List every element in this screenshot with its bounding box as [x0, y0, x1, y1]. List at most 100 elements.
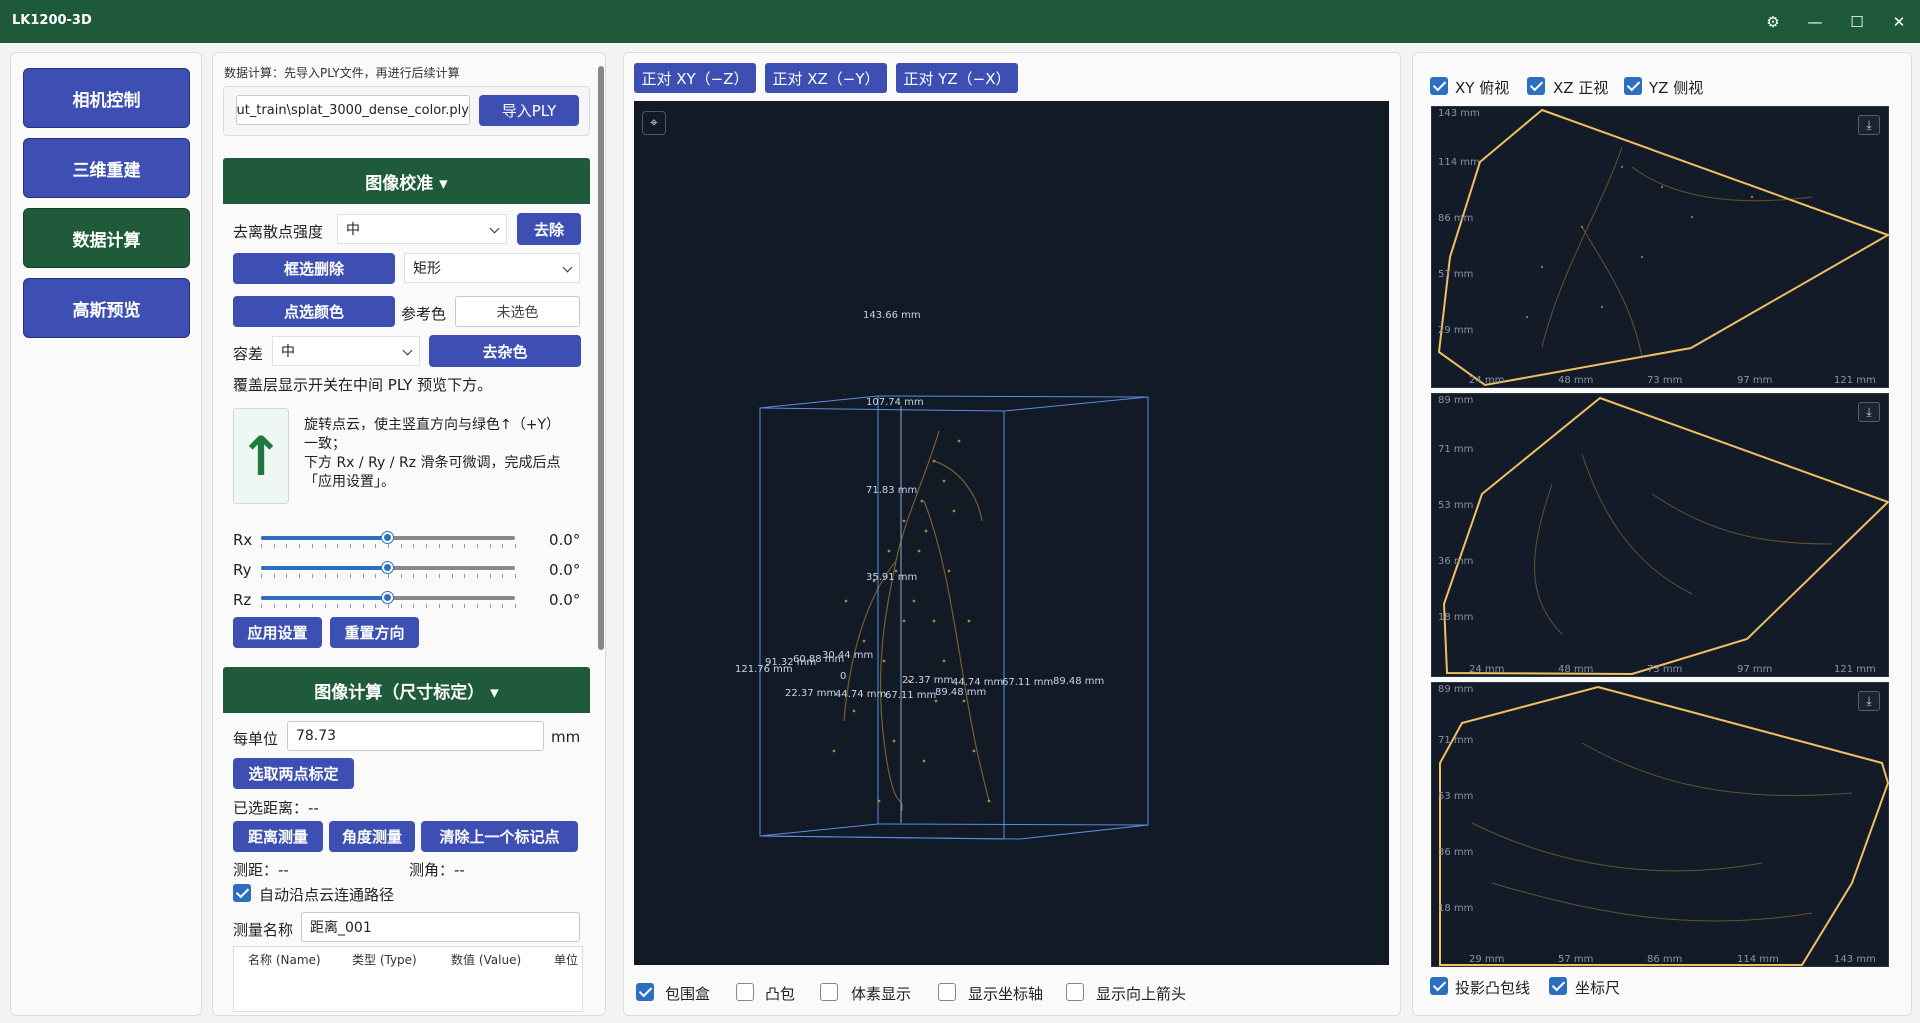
xy-projection-view[interactable]: ⤓ 114 mm 86 mm 57 mm 29 mm 143 mm 24 mm … — [1431, 106, 1890, 388]
ref-color-swatch[interactable]: 未选色 — [455, 296, 580, 327]
import-ply-button[interactable]: 导入PLY — [479, 95, 579, 126]
slider-tick — [426, 544, 428, 548]
pick-two-points-button[interactable]: 选取两点标定 — [233, 758, 354, 789]
ry-label: Ry — [233, 561, 252, 579]
download-icon[interactable]: ⤓ — [1858, 402, 1880, 422]
tolerance-select[interactable]: 中 — [272, 336, 420, 366]
axes-checkbox[interactable] — [938, 983, 956, 1001]
shape-select[interactable]: 矩形 — [404, 253, 580, 283]
ry-slider[interactable] — [261, 562, 516, 578]
minimize-button[interactable]: — — [1794, 0, 1836, 43]
title-bar: LK1200-3D ⚙ — ☐ ✕ — [0, 0, 1920, 43]
view-xy-button[interactable]: 正对 XY（−Z） — [634, 63, 756, 93]
slider-tick — [438, 604, 440, 608]
slider-tick — [426, 604, 428, 608]
xy-x-tick-24: 24 mm — [1469, 375, 1505, 386]
slider-tick — [261, 604, 262, 608]
bounding-box-checkbox[interactable] — [636, 983, 654, 1001]
tools-scrollbar[interactable] — [598, 66, 604, 650]
slider-tick — [261, 544, 262, 548]
slider-tick — [476, 544, 478, 548]
slider-tick — [476, 604, 478, 608]
xy-x-tick-121: 121 mm — [1834, 375, 1876, 386]
rotate-help-2: 一致； — [304, 436, 346, 452]
slider-tick — [337, 604, 339, 608]
per-unit-input[interactable]: 78.73 — [287, 721, 544, 751]
nav-gaussian-preview[interactable]: 高斯预览 — [23, 278, 190, 338]
rx-slider[interactable] — [261, 532, 516, 548]
download-icon[interactable]: ⤓ — [1858, 691, 1880, 711]
table-header-value[interactable]: 数值 (Value) — [451, 951, 521, 968]
slider-tick — [489, 574, 491, 578]
slider-tick — [324, 574, 326, 578]
remove-button[interactable]: 去除 — [517, 213, 581, 245]
scale-ruler-checkbox[interactable] — [1549, 977, 1567, 995]
dim-y3: 35.91 mm — [866, 572, 918, 583]
table-header-unit[interactable]: 单位 — [554, 951, 578, 968]
up-arrow-icon: ↑ — [233, 408, 289, 504]
xy-top-checkbox[interactable] — [1430, 77, 1448, 95]
section-size-calibration[interactable]: 图像计算（尺寸标定） ▾ — [223, 667, 590, 713]
denoise-select[interactable]: 中 — [337, 214, 507, 244]
xy-x-tick-97: 97 mm — [1737, 375, 1773, 386]
slider-tick — [299, 604, 301, 608]
slider-tick — [286, 574, 288, 578]
slider-tick — [400, 544, 402, 548]
view-xz-button[interactable]: 正对 XZ（−Y） — [765, 63, 887, 93]
nav-data-calculation[interactable]: 数据计算 — [23, 208, 190, 268]
xy-y-tick-114: 114 mm — [1438, 157, 1480, 168]
auto-path-checkbox[interactable] — [233, 884, 251, 902]
projection-hull-checkbox[interactable] — [1430, 977, 1448, 995]
scale-ruler-label: 坐标尺 — [1575, 979, 1621, 997]
box-delete-button[interactable]: 框选删除 — [233, 253, 395, 284]
ry-value: 0.0° — [549, 561, 581, 579]
distance-measure-button[interactable]: 距离测量 — [233, 821, 323, 852]
slider-tick — [464, 604, 466, 608]
view-yz-button[interactable]: 正对 YZ（−X） — [896, 63, 1018, 93]
reset-orientation-button[interactable]: 重置方向 — [330, 617, 419, 648]
rz-slider-handle[interactable] — [382, 592, 393, 603]
apply-settings-button[interactable]: 应用设置 — [233, 617, 322, 648]
rz-slider[interactable] — [261, 592, 516, 608]
table-header-name[interactable]: 名称 (Name) — [248, 951, 321, 968]
clear-last-marker-button[interactable]: 清除上一个标记点 — [421, 821, 578, 852]
download-icon[interactable]: ⤓ — [1858, 115, 1880, 135]
slider-tick — [388, 604, 389, 608]
convex-hull-checkbox[interactable] — [736, 983, 754, 1001]
slider-tick — [413, 604, 415, 608]
yz-side-checkbox[interactable] — [1624, 77, 1642, 95]
slider-tick — [273, 604, 275, 608]
ply-3d-viewport[interactable]: ⌖ 143.66 mm 107.74 mm 71.83 mm 35.91 mm … — [634, 101, 1389, 965]
voxel-checkbox[interactable] — [820, 983, 838, 1001]
measure-name-label: 测量名称 — [233, 921, 294, 939]
yz-hull-svg — [1439, 685, 1890, 966]
slider-tick — [375, 604, 377, 608]
slider-tick — [451, 574, 453, 578]
section-image-calibration[interactable]: 图像校准 ▾ — [223, 158, 590, 204]
xy-top-label: XY 俯视 — [1455, 79, 1510, 97]
close-button[interactable]: ✕ — [1878, 0, 1920, 43]
chevron-down-icon — [402, 345, 413, 356]
xz-x-tick-48: 48 mm — [1558, 664, 1594, 675]
angle-measure-button[interactable]: 角度测量 — [329, 821, 415, 852]
slider-tick — [273, 544, 275, 548]
xz-hull-svg — [1442, 396, 1890, 676]
window-controls: ⚙ — ☐ ✕ — [1752, 0, 1920, 43]
maximize-button[interactable]: ☐ — [1836, 0, 1878, 43]
xz-projection-view[interactable]: ⤓ 89 mm 71 mm 53 mm 36 mm 18 mm 24 mm 48… — [1431, 393, 1890, 677]
settings-icon[interactable]: ⚙ — [1752, 0, 1794, 43]
up-arrow-checkbox[interactable] — [1066, 983, 1084, 1001]
nav-3d-reconstruction[interactable]: 三维重建 — [23, 138, 190, 198]
xz-front-checkbox[interactable] — [1527, 77, 1545, 95]
rx-slider-handle[interactable] — [382, 532, 393, 543]
rotate-help-4: 「应用设置」。 — [304, 474, 395, 490]
ry-slider-handle[interactable] — [382, 562, 393, 573]
slider-tick — [451, 544, 453, 548]
table-header-type[interactable]: 类型 (Type) — [352, 951, 417, 968]
nav-camera-control[interactable]: 相机控制 — [23, 68, 190, 128]
remove-noise-color-button[interactable]: 去杂色 — [429, 335, 581, 367]
ply-path-input[interactable]: output_train\splat_3000_dense_color.ply — [236, 95, 470, 125]
measure-name-input[interactable]: 距离_001 — [301, 912, 580, 942]
yz-projection-view[interactable]: ⤓ 89 mm 71 mm 53 mm 36 mm 18 mm 29 mm 57… — [1431, 682, 1890, 967]
pick-color-button[interactable]: 点选颜色 — [233, 296, 395, 327]
